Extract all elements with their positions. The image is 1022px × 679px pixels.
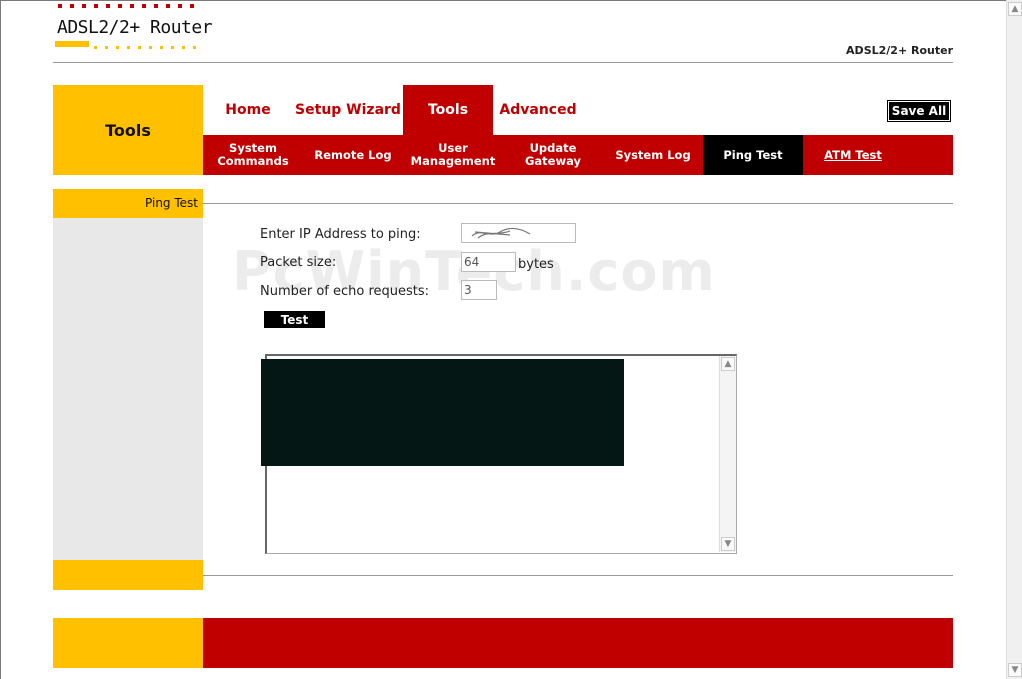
sidebar-panel: [53, 218, 203, 560]
ip-address-label: Enter IP Address to ping:: [260, 227, 421, 242]
page-scroll-down-icon[interactable]: ▼: [1008, 663, 1022, 677]
logo-bar: [55, 41, 89, 47]
save-all-button[interactable]: Save All: [887, 100, 951, 122]
subtab-update-gateway[interactable]: Update Gateway: [503, 135, 603, 175]
section-title-text: Tools: [105, 120, 151, 140]
redaction-scribble: [471, 227, 531, 239]
sidebar-header: Ping Test: [53, 189, 203, 218]
tab-home[interactable]: Home: [203, 85, 293, 135]
subtab-system-log[interactable]: System Log: [603, 135, 703, 175]
subtab-ping-test[interactable]: Ping Test: [703, 135, 803, 175]
packet-size-unit: bytes: [518, 257, 554, 272]
test-button[interactable]: Test: [264, 311, 325, 328]
sidebar-footer: [53, 560, 203, 590]
header-divider: [53, 62, 953, 63]
page-scrollbar[interactable]: ▲ ▼: [1006, 0, 1022, 679]
footer-band: [203, 618, 953, 668]
subtab-atm-test[interactable]: ATM Test: [803, 135, 903, 175]
tab-tools[interactable]: Tools: [403, 85, 493, 135]
content-divider-top: [203, 203, 953, 204]
logo-text: ADSL2/2+ Router: [57, 17, 213, 38]
echo-requests-input[interactable]: [461, 280, 497, 300]
footer-left-block: [53, 618, 203, 668]
sub-nav: System Commands Remote Log User Manageme…: [203, 135, 953, 175]
tab-advanced[interactable]: Advanced: [493, 85, 583, 135]
sidebar-page-label: Ping Test: [145, 196, 198, 210]
logo-dash-top: [58, 4, 198, 8]
page-scroll-up-icon[interactable]: ▲: [1008, 2, 1022, 16]
scroll-up-icon[interactable]: ▲: [721, 357, 735, 371]
window-frame-top: [0, 0, 1006, 1]
product-name: ADSL2/2+ Router: [846, 44, 953, 57]
packet-size-label: Packet size:: [260, 255, 337, 270]
subtab-system-commands[interactable]: System Commands: [203, 135, 303, 175]
section-title: Tools: [53, 85, 203, 175]
tab-setup-wizard[interactable]: Setup Wizard: [293, 85, 403, 135]
subtab-user-management[interactable]: User Management: [403, 135, 503, 175]
content-divider-bottom: [203, 575, 953, 576]
result-scrollbar[interactable]: ▲ ▼: [719, 356, 736, 552]
redacted-region: [261, 359, 624, 466]
window-frame-left: [0, 0, 1, 679]
scroll-down-icon[interactable]: ▼: [721, 537, 735, 551]
subtab-remote-log[interactable]: Remote Log: [303, 135, 403, 175]
logo-dash-bottom: [94, 46, 198, 49]
packet-size-input[interactable]: [461, 252, 516, 272]
echo-requests-label: Number of echo requests:: [260, 284, 430, 299]
